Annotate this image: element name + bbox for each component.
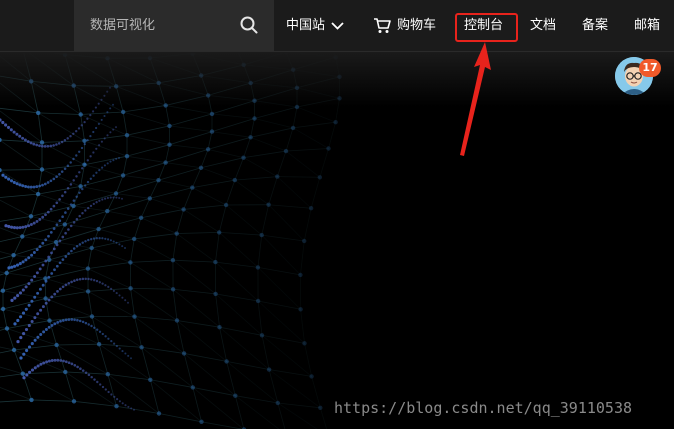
mail-label: 邮箱 <box>634 18 661 33</box>
search-icon[interactable] <box>240 16 258 34</box>
watermark-url: https://blog.csdn.net/qq_39110538 <box>334 399 633 417</box>
region-label: 中国站 <box>286 18 326 33</box>
docs-label: 文档 <box>530 18 557 33</box>
mail-link[interactable]: 邮箱 <box>634 0 660 51</box>
cart-label: 购物车 <box>397 18 437 33</box>
header-shadow <box>0 52 674 107</box>
region-selector[interactable]: 中国站 <box>286 0 344 51</box>
search-box <box>74 0 274 51</box>
notification-badge: 17 <box>639 59 661 77</box>
beian-link[interactable]: 备案 <box>582 0 608 51</box>
docs-link[interactable]: 文档 <box>530 0 556 51</box>
console-highlight-box <box>455 13 518 42</box>
search-input[interactable] <box>90 18 230 33</box>
beian-label: 备案 <box>582 18 609 33</box>
shopping-cart-icon <box>374 18 391 33</box>
cart-link[interactable]: 购物车 <box>373 0 436 51</box>
red-annotation-arrow <box>460 42 491 156</box>
chevron-down-icon <box>331 21 344 30</box>
